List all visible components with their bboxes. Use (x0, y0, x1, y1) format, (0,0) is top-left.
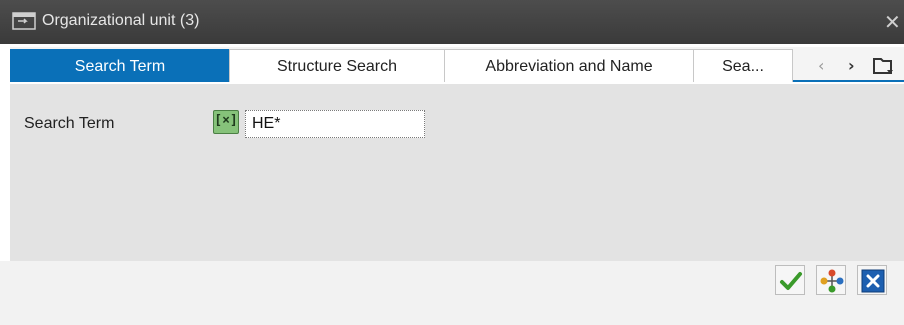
tab-abbreviation-and-name[interactable]: Abbreviation and Name (444, 49, 694, 82)
tab-scroll-left-icon[interactable]: ‹ (818, 49, 824, 82)
hierarchy-icon (820, 269, 844, 293)
search-panel: Search Term [×] (10, 84, 904, 261)
tab-strip: Search Term Structure Search Abbreviatio… (10, 47, 904, 82)
ok-button[interactable] (775, 265, 805, 295)
tab-search-more[interactable]: Sea... (693, 49, 793, 82)
cancel-icon (861, 269, 885, 293)
tab-structure-search[interactable]: Structure Search (229, 49, 445, 82)
close-icon[interactable]: ✕ (884, 10, 901, 34)
search-term-input[interactable] (245, 110, 425, 138)
dialog-title: Organizational unit (3) (42, 12, 200, 29)
selection-options-icon[interactable]: [×] (213, 110, 239, 134)
dialog-icon (12, 12, 36, 30)
search-term-label: Search Term (24, 115, 115, 132)
tab-scroll-right-icon[interactable]: › (848, 49, 855, 82)
tab-search-term[interactable]: Search Term (10, 49, 230, 82)
checkmark-icon (780, 272, 802, 290)
tab-list-icon[interactable] (872, 56, 894, 76)
dialog-title-bar: Organizational unit (3) ✕ (0, 0, 904, 44)
dialog-footer (0, 261, 904, 325)
hierarchy-button[interactable] (816, 265, 846, 295)
cancel-button[interactable] (857, 265, 887, 295)
